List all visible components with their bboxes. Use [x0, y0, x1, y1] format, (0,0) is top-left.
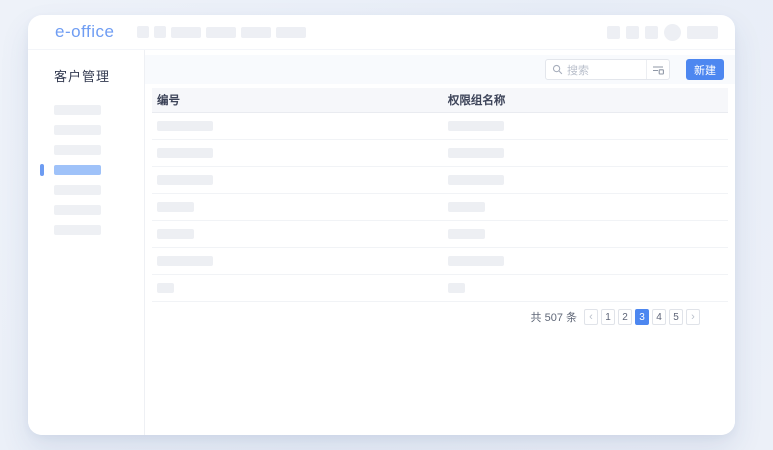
- nav-item-placeholder: [241, 27, 271, 38]
- sidebar-item-active[interactable]: [54, 165, 101, 175]
- cell-skeleton: [448, 175, 504, 185]
- search-input[interactable]: 搜索: [545, 59, 670, 80]
- sidebar-menu: [28, 105, 144, 235]
- cell-skeleton: [448, 229, 485, 239]
- cell-skeleton: [157, 229, 194, 239]
- cell-skeleton: [448, 148, 504, 158]
- sidebar-title: 客户管理: [54, 66, 144, 85]
- action-placeholder: [607, 26, 620, 39]
- sidebar-item-placeholder[interactable]: [54, 205, 101, 215]
- sidebar-item-placeholder[interactable]: [54, 125, 101, 135]
- cell-skeleton: [157, 202, 194, 212]
- content-area: 搜索 新建 编号 权限组名称: [145, 50, 735, 435]
- avatar: [664, 24, 681, 41]
- sidebar-item-placeholder[interactable]: [54, 185, 101, 195]
- cell-skeleton: [448, 283, 465, 293]
- table-row: [152, 194, 728, 221]
- page-button-3[interactable]: 3: [635, 309, 649, 325]
- top-nav-placeholder-group: [137, 26, 306, 38]
- table-header: 编号 权限组名称: [152, 88, 728, 113]
- cell-skeleton: [157, 121, 213, 131]
- window-body: 客户管理 搜索: [28, 50, 735, 435]
- nav-item-placeholder: [154, 26, 166, 38]
- cell-skeleton: [157, 175, 213, 185]
- nav-item-placeholder: [137, 26, 149, 38]
- nav-item-placeholder: [171, 27, 201, 38]
- nav-item-placeholder: [276, 27, 306, 38]
- app-logo: e-office: [55, 22, 114, 42]
- page-button-1[interactable]: 1: [601, 309, 615, 325]
- sidebar-item-placeholder[interactable]: [54, 105, 101, 115]
- app-window: e-office 客户管理 搜索: [28, 15, 735, 435]
- cell-skeleton: [157, 148, 213, 158]
- table-body: [152, 113, 728, 302]
- action-placeholder: [687, 26, 718, 39]
- next-page-button[interactable]: ›: [686, 309, 700, 325]
- top-actions-placeholder-group: [607, 24, 718, 41]
- sidebar: 客户管理: [28, 50, 145, 435]
- toolbar: 搜索 新建: [145, 55, 735, 84]
- table-row: [152, 275, 728, 302]
- cell-skeleton: [157, 256, 213, 266]
- prev-page-button[interactable]: ‹: [584, 309, 598, 325]
- cell-skeleton: [157, 283, 174, 293]
- permission-table: 编号 权限组名称: [152, 88, 728, 302]
- table-row: [152, 140, 728, 167]
- cell-skeleton: [448, 121, 504, 131]
- column-header-id: 编号: [152, 92, 443, 108]
- pagination-buttons: ‹12345›: [584, 309, 700, 325]
- sidebar-item-placeholder[interactable]: [54, 225, 101, 235]
- cell-skeleton: [448, 202, 485, 212]
- search-placeholder: 搜索: [567, 62, 646, 78]
- column-header-group-name: 权限组名称: [443, 92, 728, 108]
- active-indicator: [40, 164, 44, 176]
- page-button-5[interactable]: 5: [669, 309, 683, 325]
- page-button-2[interactable]: 2: [618, 309, 632, 325]
- table-row: [152, 167, 728, 194]
- table-row: [152, 113, 728, 140]
- nav-item-placeholder: [206, 27, 236, 38]
- cell-skeleton: [448, 256, 504, 266]
- search-icon: [552, 64, 563, 75]
- page-button-4[interactable]: 4: [652, 309, 666, 325]
- pagination-total: 共 507 条: [531, 309, 577, 325]
- app-bar: e-office: [28, 15, 735, 50]
- sidebar-item-placeholder[interactable]: [54, 145, 101, 155]
- table-row: [152, 221, 728, 248]
- table-row: [152, 248, 728, 275]
- pagination: 共 507 条 ‹12345›: [145, 309, 700, 325]
- action-placeholder: [645, 26, 658, 39]
- create-button[interactable]: 新建: [686, 59, 724, 80]
- advanced-search-icon[interactable]: [646, 60, 669, 79]
- action-placeholder: [626, 26, 639, 39]
